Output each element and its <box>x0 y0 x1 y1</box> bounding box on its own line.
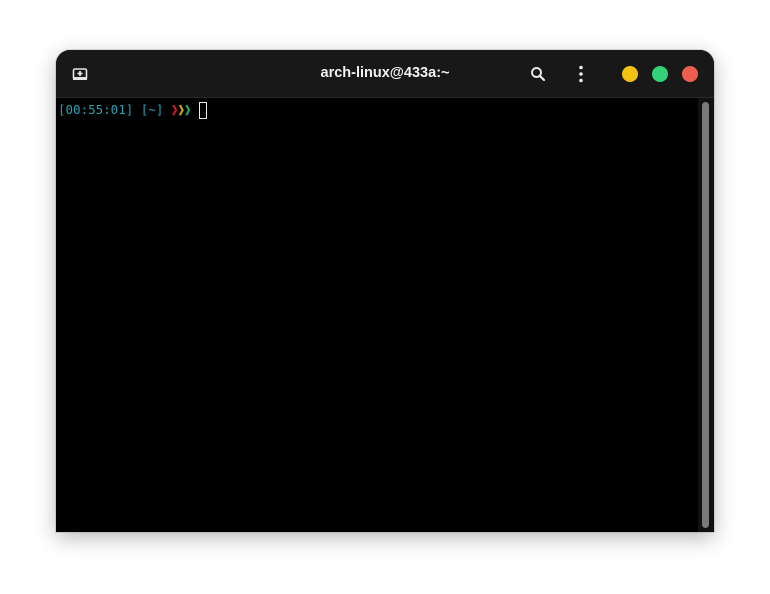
maximize-button[interactable] <box>652 66 668 82</box>
close-button[interactable] <box>682 66 698 82</box>
main-menu-button[interactable] <box>571 64 591 84</box>
prompt-time: [00:55:01] <box>58 102 134 117</box>
tab-new-icon <box>72 68 88 80</box>
minimize-button[interactable] <box>622 66 638 82</box>
prompt-chevron-3: ❱ <box>183 102 192 117</box>
scrollbar-thumb[interactable] <box>702 102 709 528</box>
scrollbar[interactable] <box>698 98 714 532</box>
new-tab-button[interactable] <box>68 62 92 86</box>
window-title: arch-linux@433a:~ <box>320 65 450 81</box>
kebab-menu-icon <box>579 65 583 83</box>
text-cursor <box>198 101 207 119</box>
prompt-directory: [~] <box>140 102 164 117</box>
search-icon <box>531 67 546 82</box>
terminal-window: arch-linux@433a:~ [00:55:01] [~] ❱ ❱ ❱ <box>56 50 714 532</box>
terminal-area[interactable]: [00:55:01] [~] ❱ ❱ ❱ <box>56 98 698 532</box>
header-bar: arch-linux@433a:~ <box>56 50 714 98</box>
shell-prompt: [00:55:01] [~] ❱ ❱ ❱ <box>58 101 207 119</box>
search-button[interactable] <box>528 64 548 84</box>
